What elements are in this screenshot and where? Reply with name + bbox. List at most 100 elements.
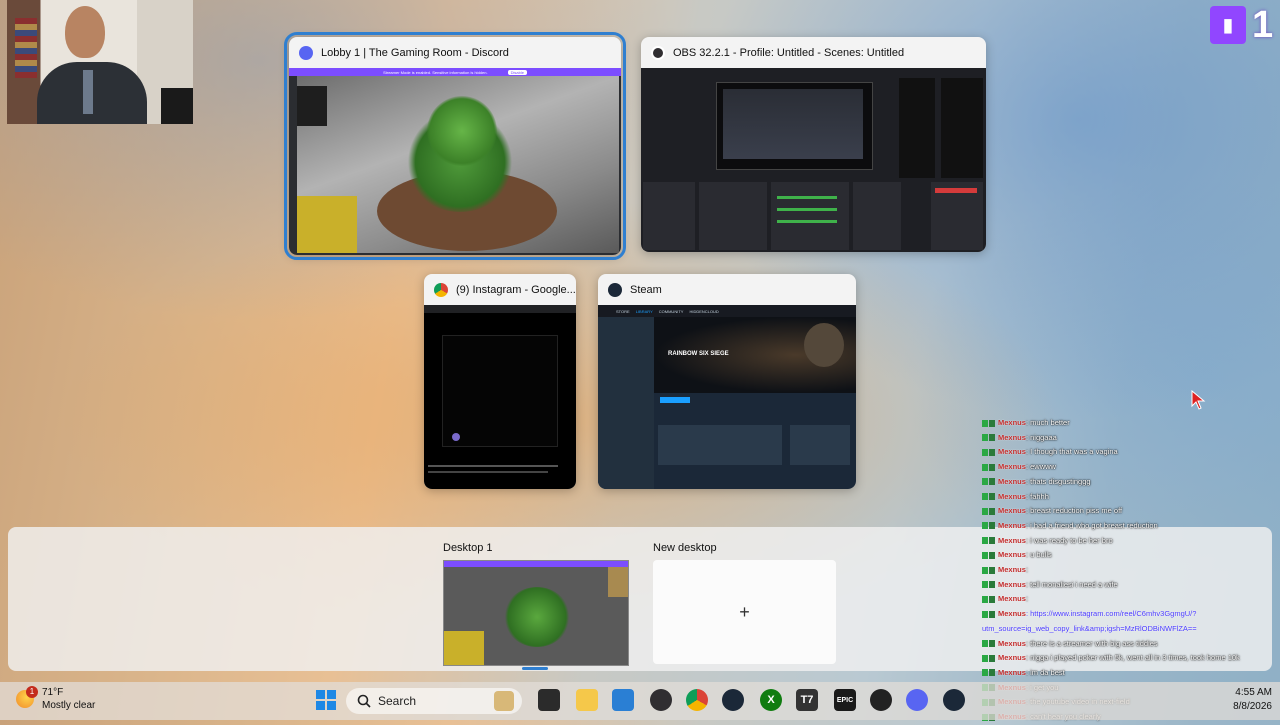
- chat-text: : im da best: [1025, 667, 1065, 677]
- chat-badge-icon: [982, 581, 988, 589]
- chat-badge-icon: [989, 669, 995, 677]
- chat-message: Mexnus: thats disgustinggg: [982, 475, 1280, 490]
- disable-button[interactable]: Disable: [507, 69, 527, 75]
- chat-badge-icon: [989, 493, 995, 501]
- window-title: Lobby 1 | The Gaming Room - Discord: [321, 46, 509, 59]
- desktop-1-thumbnail[interactable]: [443, 560, 629, 666]
- twitch-logo-icon: ▮: [1210, 6, 1246, 44]
- chat-username: Mexnus: [998, 565, 1026, 575]
- chat-badge-icon: [982, 522, 988, 530]
- chat-message: Mexnus: nigga i played poker with 5k, we…: [982, 651, 1280, 666]
- chat-username: Mexnus: [998, 653, 1026, 663]
- chat-username: Mexnus: [998, 550, 1026, 560]
- chat-username: Mexnus: [998, 667, 1026, 677]
- window-instagram[interactable]: (9) Instagram - Google...: [424, 274, 576, 489]
- windows-start-icon[interactable]: [315, 689, 337, 711]
- chat-text: :: [1025, 565, 1029, 575]
- new-desktop-label: New desktop: [653, 542, 717, 554]
- chrome-icon[interactable]: [686, 689, 708, 711]
- chat-text: : fahhh: [1025, 491, 1049, 501]
- chat-text: : i was ready to be her bro: [1025, 535, 1113, 545]
- chat-username: Mexnus: [998, 462, 1026, 472]
- chat-badge-icon: [982, 463, 988, 471]
- search-icon: [357, 694, 371, 708]
- discord-icon: [299, 45, 313, 60]
- chat-badge-icon: [989, 522, 995, 530]
- window-title: OBS 32.2.1 - Profile: Untitled - Scenes:…: [673, 46, 905, 59]
- obs-preview: [641, 68, 986, 252]
- chat-message: Mexnus: tell monaliesi i need a wife: [982, 578, 1280, 593]
- chat-badge-icon: [989, 566, 995, 574]
- chat-username: Mexnus: [998, 638, 1026, 648]
- new-desktop-button[interactable]: +: [653, 560, 836, 664]
- window-steam[interactable]: Steam STORE LIBRARY COMMUNITY HIDDENCLOU…: [598, 274, 856, 489]
- weather-badge: 1: [26, 686, 38, 698]
- window-obs[interactable]: OBS 32.2.1 - Profile: Untitled - Scenes:…: [641, 37, 986, 252]
- file-explorer-icon[interactable]: [576, 689, 598, 711]
- chat-message: Mexnus: niggaaa: [982, 431, 1280, 446]
- steam-game-title: RAINBOW SIX SIEGE: [668, 351, 729, 357]
- chat-message: Mexnus: ewwww: [982, 460, 1280, 475]
- chat-message: Mexnus: I though that was a vagina: [982, 445, 1280, 460]
- chat-text: : i had a friend who got breast reductio…: [1025, 520, 1158, 530]
- chat-text: : I though that was a vagina: [1025, 447, 1118, 457]
- steam-nav-community[interactable]: COMMUNITY: [659, 309, 684, 314]
- steam-icon[interactable]: [722, 689, 744, 711]
- window-title: (9) Instagram - Google...: [456, 283, 576, 296]
- chat-text: : u bulls: [1025, 550, 1052, 560]
- chat-badge-icon: [982, 551, 988, 559]
- chat-text: : there is a streamer with big ass tiddi…: [1025, 638, 1158, 648]
- plant-video: [297, 76, 619, 253]
- search-box[interactable]: Search: [346, 688, 522, 714]
- chat-message: Mexnus:: [982, 563, 1280, 578]
- window-title: Steam: [630, 283, 662, 296]
- circle-app-icon[interactable]: [870, 689, 892, 711]
- chat-message: Mexnus:: [982, 592, 1280, 607]
- chat-badge-icon: [989, 463, 995, 471]
- chat-badge-icon: [982, 434, 988, 442]
- steam-preview: STORE LIBRARY COMMUNITY HIDDENCLOUD RAIN…: [598, 305, 856, 489]
- chat-badge-icon: [982, 493, 988, 501]
- clock[interactable]: 4:55 AM 8/8/2026: [1222, 687, 1272, 712]
- chat-message: Mexnus: fahhh: [982, 490, 1280, 505]
- chat-text: : thats disgustinggg: [1025, 476, 1091, 486]
- weather-widget[interactable]: 1 71°F Mostly clear: [16, 686, 106, 716]
- epic-games-icon[interactable]: EPIC: [834, 689, 856, 711]
- t7-icon[interactable]: T7: [796, 689, 818, 711]
- steam-icon: [608, 282, 622, 297]
- discord-icon[interactable]: [906, 689, 928, 711]
- weather-temp: 71°F: [42, 687, 64, 698]
- steam-nav-library[interactable]: LIBRARY: [636, 309, 653, 314]
- webcam-overlay: [7, 0, 193, 124]
- steam-nav-store[interactable]: STORE: [616, 309, 630, 314]
- steam-alt-icon[interactable]: [943, 689, 965, 711]
- twitch-viewer-count: 1: [1252, 4, 1274, 46]
- microsoft-store-icon[interactable]: [612, 689, 634, 711]
- chat-username: Mexnus: [998, 476, 1026, 486]
- chat-badge-icon: [989, 581, 995, 589]
- taskbar: [0, 682, 1280, 720]
- chat-link[interactable]: : https://www.instagram.com/reel/C6mhv3G…: [1026, 609, 1196, 618]
- chat-badge-icon: [982, 507, 988, 515]
- chat-badge-icon: [982, 669, 988, 677]
- task-view-icon[interactable]: [538, 689, 560, 711]
- chat-message: Mexnus: breast reduction piss me off: [982, 504, 1280, 519]
- chat-message: Mexnus: much better: [982, 416, 1280, 431]
- xbox-icon[interactable]: X: [760, 689, 782, 711]
- chat-message: Mexnus: there is a streamer with big ass…: [982, 637, 1280, 652]
- chat-message: Mexnus: i had a friend who got breast re…: [982, 519, 1280, 534]
- chat-text: : niggaaa: [1025, 432, 1057, 442]
- chat-username: Mexnus: [998, 535, 1026, 545]
- obs-icon[interactable]: [650, 689, 672, 711]
- chat-text: : ewwww: [1025, 462, 1056, 472]
- chat-message: Mexnus: https://www.instagram.com/reel/C…: [982, 607, 1280, 622]
- steam-nav-profile[interactable]: HIDDENCLOUD: [689, 309, 718, 314]
- chat-username: Mexnus: [998, 491, 1026, 501]
- window-discord[interactable]: Lobby 1 | The Gaming Room - Discord Stre…: [284, 32, 626, 260]
- chat-badge-icon: [989, 507, 995, 515]
- chat-badge-icon: [989, 610, 995, 618]
- chat-badge-icon: [982, 566, 988, 574]
- chat-badge-icon: [989, 537, 995, 545]
- chat-link[interactable]: utm_source=ig_web_copy_link&amp;igsh=MzR…: [982, 624, 1197, 633]
- obs-icon: [651, 45, 665, 60]
